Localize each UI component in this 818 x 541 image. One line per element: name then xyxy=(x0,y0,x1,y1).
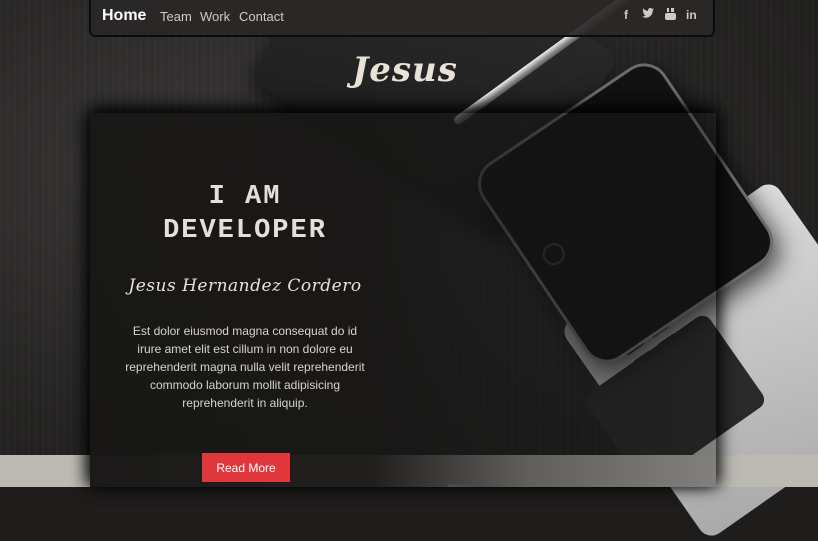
nav-work-link[interactable]: Work xyxy=(200,9,230,24)
developer-name: Jesus Hernandez Cordero xyxy=(128,276,362,296)
headline-line-1: I AM xyxy=(208,182,282,212)
nav-contact-link[interactable]: Contact xyxy=(239,9,284,24)
youtube-icon[interactable] xyxy=(665,8,676,23)
nav-team-link[interactable]: Team xyxy=(160,9,192,24)
facebook-icon[interactable]: f xyxy=(624,8,628,22)
hero-headline: I AM DEVELOPER xyxy=(90,180,400,248)
top-navbar: Home Team Work Contact f in xyxy=(89,0,715,37)
headline-line-2: DEVELOPER xyxy=(163,216,327,246)
nav-home-link[interactable]: Home xyxy=(102,7,146,25)
brand-logo: Jesus xyxy=(352,50,458,90)
twitter-icon[interactable] xyxy=(642,8,654,22)
linkedin-icon[interactable]: in xyxy=(686,8,697,22)
hero-panel xyxy=(90,113,716,487)
hero-description: Est dolor eiusmod magna consequat do id … xyxy=(125,324,365,410)
read-more-button[interactable]: Read More xyxy=(202,453,290,482)
